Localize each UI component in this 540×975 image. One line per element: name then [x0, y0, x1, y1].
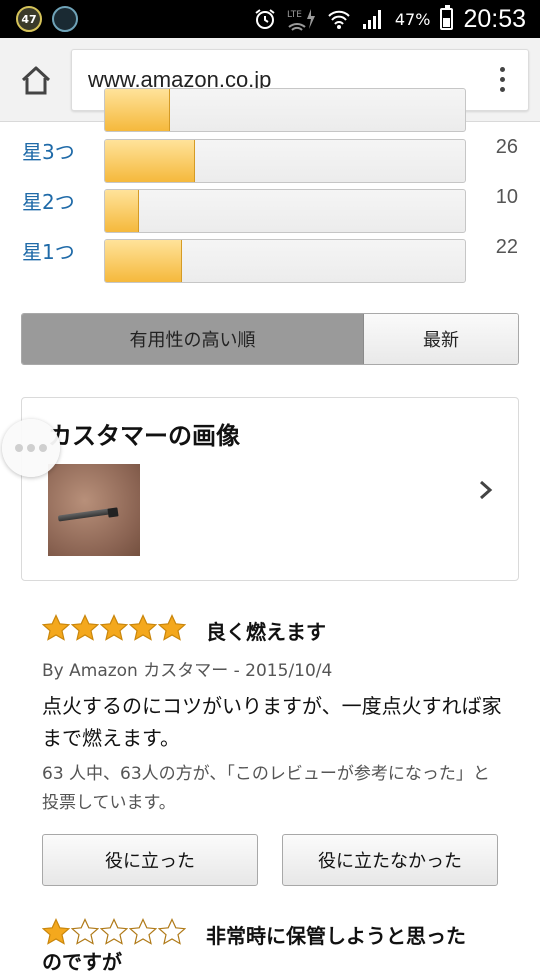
- not-helpful-button[interactable]: 役に立たなかった: [282, 834, 498, 886]
- battery-icon: [440, 5, 454, 30]
- histogram-row[interactable]: 星2つ 10: [0, 180, 540, 233]
- review-body: 点火するのにコツがいりますが、一度点火すれば家まで燃えます。: [42, 694, 502, 750]
- histogram-bar[interactable]: [104, 239, 466, 283]
- histogram-count: 26: [495, 136, 518, 158]
- review-byline: By Amazon カスタマー - 2015/10/4: [42, 661, 333, 681]
- review-title[interactable]: 非常時に保管しようと思った: [206, 920, 466, 949]
- star-filled-icon: [71, 614, 99, 641]
- review-helpful-count: 63 人中、63人の方が、「このレビューが参考になった」と投票しています。: [42, 764, 490, 813]
- review-title-continued: のですが: [42, 950, 122, 974]
- customer-image-thumbnail[interactable]: [48, 464, 140, 556]
- customer-images-title: カスタマーの画像: [48, 422, 240, 450]
- histogram-row[interactable]: 星1つ 22: [0, 230, 540, 283]
- histogram-count: 10: [495, 186, 518, 208]
- histogram-fill: [105, 89, 170, 131]
- floating-chat-head-icon[interactable]: [2, 419, 60, 477]
- notification-badge-icon: 47: [16, 6, 42, 32]
- svg-text:LTE: LTE: [287, 10, 302, 20]
- sort-helpful-button[interactable]: 有用性の高い順: [22, 314, 364, 364]
- star-filled-icon: [42, 614, 70, 641]
- star-empty-icon: [129, 918, 157, 945]
- lte-signal-icon: LTE: [287, 9, 315, 31]
- app-notification-icon: [52, 6, 78, 32]
- status-bar: 47 LTE 47% 20:53: [0, 0, 540, 38]
- histogram-bar[interactable]: [104, 189, 466, 233]
- customer-images-card[interactable]: カスタマーの画像: [21, 397, 519, 581]
- clock-time: 20:53: [463, 4, 526, 33]
- histogram-fill: [105, 140, 195, 182]
- histogram-fill: [105, 190, 140, 232]
- histogram-row[interactable]: 星3つ 26: [0, 130, 540, 183]
- wifi-icon: [328, 10, 350, 29]
- alarm-icon: [255, 9, 275, 29]
- battery-percent: 47%: [394, 9, 431, 29]
- histogram-fill: [105, 240, 183, 282]
- star-filled-icon: [129, 614, 157, 641]
- histogram-count: 22: [495, 236, 518, 258]
- review-rating-stars: [42, 614, 186, 642]
- histogram-star-label[interactable]: 星3つ: [22, 136, 75, 165]
- sort-toggle: 有用性の高い順 最新: [21, 313, 519, 365]
- helpful-button[interactable]: 役に立った: [42, 834, 258, 886]
- star-empty-icon: [158, 918, 186, 945]
- star-filled-icon: [100, 614, 128, 641]
- histogram-star-label[interactable]: 星1つ: [22, 236, 75, 265]
- histogram-row-partial: [0, 88, 540, 134]
- star-filled-icon: [42, 918, 70, 945]
- review-title[interactable]: 良く燃えます: [206, 616, 326, 645]
- histogram-bar: [104, 88, 466, 132]
- cell-signal-icon: [362, 10, 381, 29]
- review-rating-stars: [42, 918, 186, 946]
- star-empty-icon: [71, 918, 99, 945]
- star-filled-icon: [158, 614, 186, 641]
- star-empty-icon: [100, 918, 128, 945]
- histogram-star-label[interactable]: 星2つ: [22, 186, 75, 215]
- chevron-right-icon[interactable]: [476, 478, 496, 502]
- histogram-bar[interactable]: [104, 139, 466, 183]
- sort-newest-button[interactable]: 最新: [364, 314, 518, 364]
